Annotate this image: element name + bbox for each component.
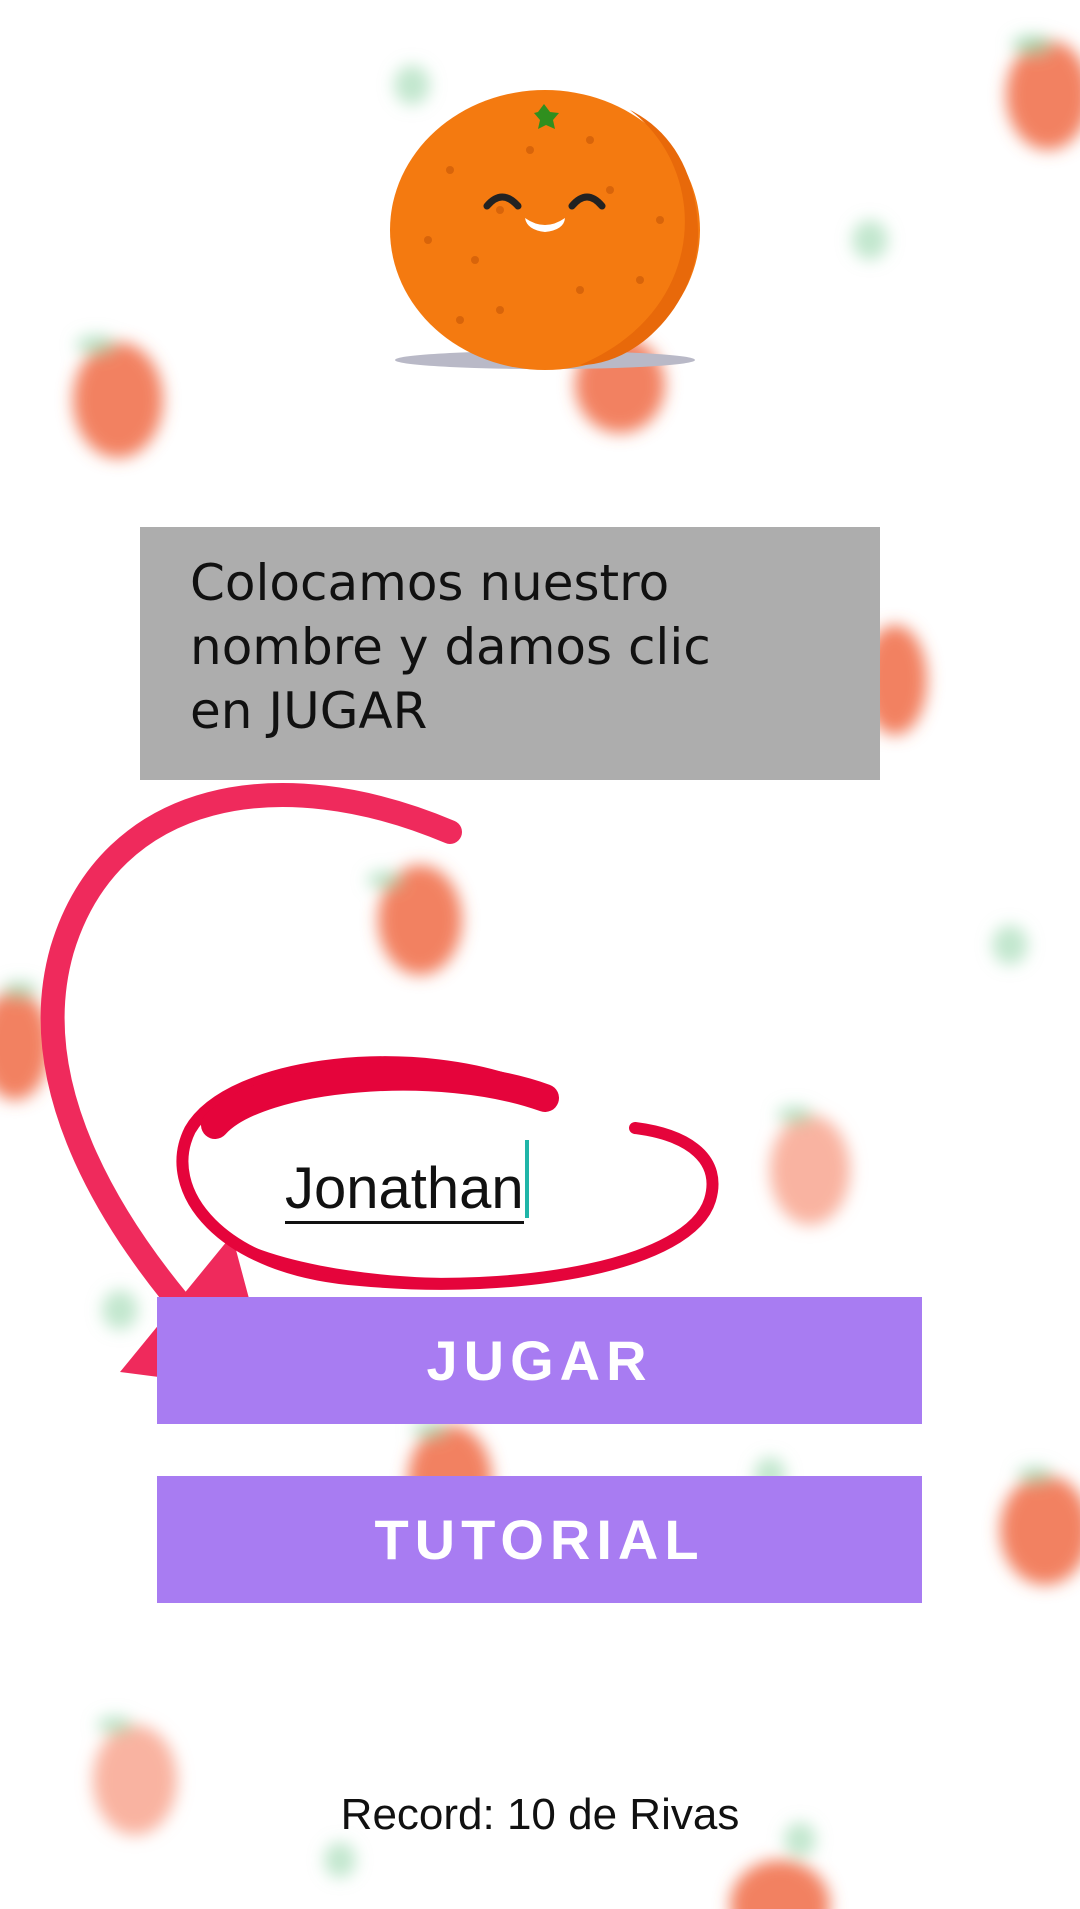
strawberry-icon bbox=[367, 865, 462, 975]
player-name-input[interactable]: Jonathan bbox=[285, 1140, 565, 1224]
strawberry-icon bbox=[770, 1106, 850, 1225]
play-button[interactable]: JUGAR bbox=[157, 1297, 922, 1424]
orange-mascot bbox=[380, 80, 710, 380]
smiling-orange-icon bbox=[390, 90, 700, 370]
tutorial-instruction-note: Colocamos nuestro nombre y damos clic en… bbox=[140, 527, 880, 780]
strawberry-icon bbox=[1006, 35, 1080, 150]
strawberry-icon bbox=[73, 335, 163, 458]
player-name-value[interactable]: Jonathan bbox=[285, 1157, 524, 1224]
strawberry-icon bbox=[730, 1860, 830, 1909]
tutorial-button[interactable]: TUTORIAL bbox=[157, 1476, 922, 1603]
strawberry-icon bbox=[0, 981, 50, 1100]
strawberry-icon bbox=[1000, 1466, 1080, 1585]
text-cursor bbox=[524, 1140, 529, 1218]
high-score-record: Record: 10 de Rivas bbox=[340, 1790, 740, 1839]
